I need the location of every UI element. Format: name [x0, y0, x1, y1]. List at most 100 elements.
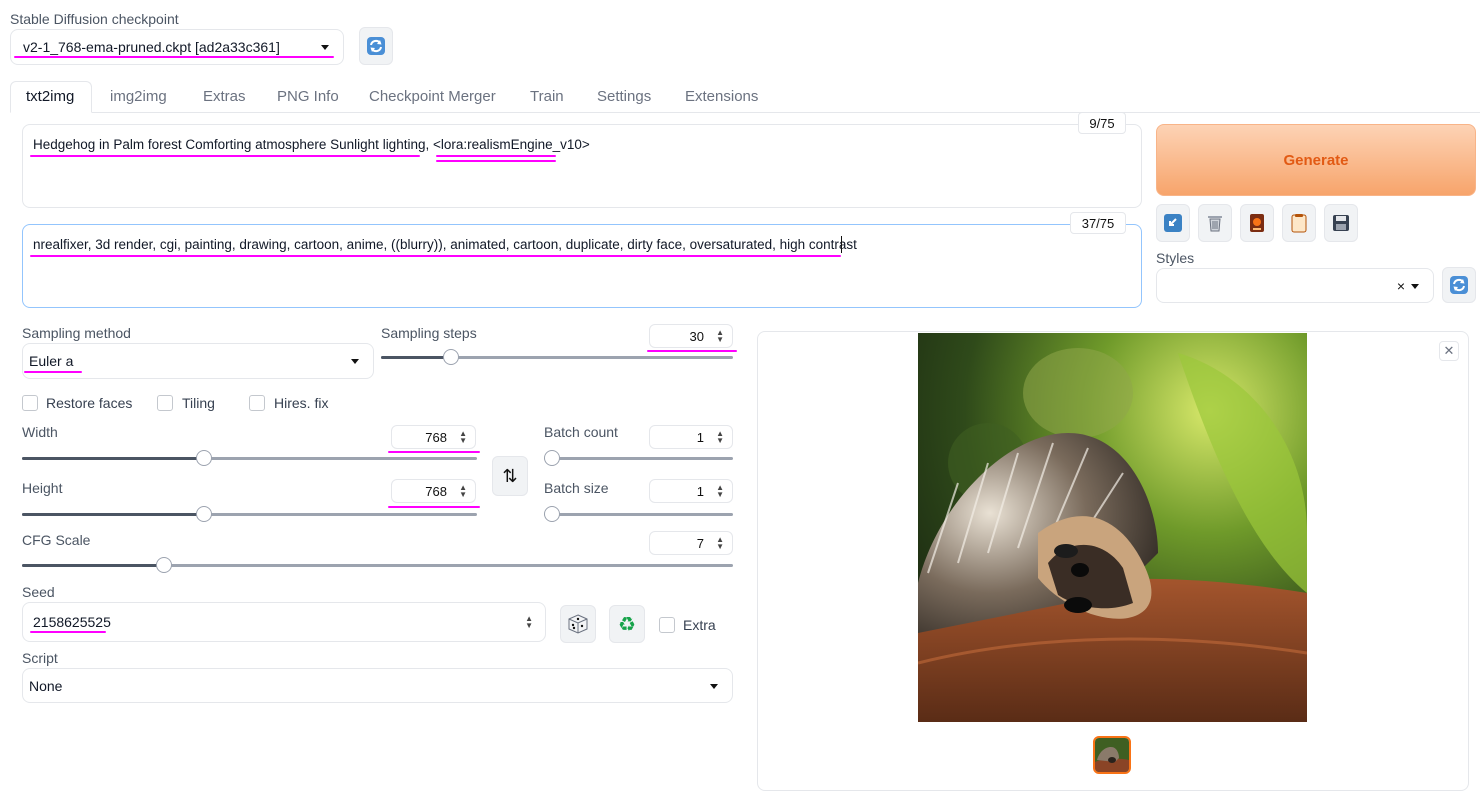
save-icon — [1333, 215, 1349, 231]
negative-prompt-text: nrealfixer, 3d render, cgi, painting, dr… — [33, 237, 857, 252]
height-input[interactable]: 768 ▲ ▼ — [391, 479, 476, 503]
tiling-checkbox[interactable] — [157, 395, 173, 411]
script-value: None — [29, 677, 63, 694]
script-label: Script — [22, 650, 58, 666]
paste-button[interactable] — [1156, 204, 1190, 242]
stepper-icon[interactable]: ▲ ▼ — [459, 484, 467, 499]
save-style-button[interactable] — [1324, 204, 1358, 242]
generate-label: Generate — [1283, 151, 1349, 169]
tiling-label: Tiling — [182, 395, 215, 411]
stepper-icon[interactable]: ▲ ▼ — [716, 484, 724, 499]
generate-button[interactable]: Generate — [1156, 124, 1476, 196]
tab-extras[interactable]: Extras — [203, 88, 246, 110]
width-label: Width — [22, 424, 58, 440]
stepper-icon[interactable]: ▲ ▼ — [716, 536, 724, 551]
batch-count-slider[interactable] — [544, 450, 733, 466]
chevron-down-icon — [710, 683, 718, 689]
close-icon[interactable]: × — [1397, 278, 1405, 294]
close-icon: ✕ — [1443, 343, 1455, 358]
height-slider[interactable] — [22, 506, 477, 522]
slider-handle[interactable] — [443, 349, 459, 365]
reuse-seed-button[interactable]: ♻ — [609, 605, 645, 643]
prompt-token-counter: 9/75 — [1078, 112, 1126, 134]
tab-txt2img[interactable]: txt2img — [26, 88, 74, 110]
swap-dimensions-button[interactable]: ⇅ — [492, 456, 528, 496]
seed-label: Seed — [22, 584, 55, 600]
paste-icon — [1164, 214, 1182, 232]
highlight-underline — [436, 155, 556, 157]
sampling-steps-label: Sampling steps — [381, 325, 477, 341]
sampling-steps-value: 30 — [689, 328, 704, 344]
batch-count-label: Batch count — [544, 424, 618, 440]
extra-seed-checkbox[interactable] — [659, 617, 675, 633]
random-seed-button[interactable] — [560, 605, 596, 643]
restore-faces-label: Restore faces — [46, 395, 133, 411]
thumbnail-image — [1095, 738, 1129, 772]
slider-handle[interactable] — [196, 506, 212, 522]
width-value: 768 — [425, 429, 447, 445]
width-input[interactable]: 768 ▲ ▼ — [391, 425, 476, 449]
batch-size-slider[interactable] — [544, 506, 733, 522]
tab-settings[interactable]: Settings — [597, 88, 651, 110]
trash-icon — [1208, 216, 1222, 232]
generated-image[interactable] — [918, 333, 1307, 722]
stepper-icon[interactable]: ▲ ▼ — [525, 615, 533, 630]
tab-img2img[interactable]: img2img — [110, 88, 167, 110]
gallery-close-button[interactable]: ✕ — [1439, 341, 1459, 361]
highlight-underline — [436, 160, 556, 162]
cfg-scale-slider[interactable] — [22, 557, 733, 573]
tabs-divider — [10, 112, 1480, 113]
highlight-underline — [30, 255, 841, 257]
batch-size-label: Batch size — [544, 480, 609, 496]
stepper-icon[interactable]: ▲ ▼ — [716, 329, 724, 344]
batch-size-input[interactable]: 1 ▲ ▼ — [649, 479, 733, 503]
tab-extensions[interactable]: Extensions — [685, 88, 758, 110]
slider-handle[interactable] — [196, 450, 212, 466]
highlight-underline — [388, 506, 480, 508]
styles-select[interactable]: × — [1156, 268, 1434, 303]
stepper-icon[interactable]: ▲ ▼ — [459, 430, 467, 445]
batch-count-value: 1 — [696, 429, 704, 445]
tab-checkpoint-merger[interactable]: Checkpoint Merger — [369, 88, 496, 110]
prompt-text: Hedgehog in Palm forest Comforting atmos… — [33, 137, 590, 152]
hires-fix-checkbox[interactable] — [249, 395, 265, 411]
batch-count-input[interactable]: 1 ▲ ▼ — [649, 425, 733, 449]
script-select[interactable]: None — [22, 668, 733, 703]
tab-png-info[interactable]: PNG Info — [277, 88, 339, 110]
slider-handle[interactable] — [544, 506, 560, 522]
styles-label: Styles — [1156, 250, 1195, 266]
hires-fix-label: Hires. fix — [274, 395, 329, 411]
width-slider[interactable] — [22, 450, 477, 466]
checkpoint-value: v2-1_768-ema-pruned.ckpt [ad2a33c361] — [23, 39, 280, 55]
seed-input[interactable]: 2158625525 ▲ ▼ — [22, 602, 546, 642]
checkpoint-select[interactable]: v2-1_768-ema-pruned.ckpt [ad2a33c361] — [10, 29, 344, 65]
cfg-scale-input[interactable]: 7 ▲ ▼ — [649, 531, 733, 555]
sampling-method-select[interactable]: Euler a — [22, 343, 374, 379]
clipboard-icon — [1291, 214, 1307, 233]
sampling-steps-slider[interactable] — [381, 349, 733, 365]
checkpoint-refresh-button[interactable] — [359, 27, 393, 65]
apply-styles-button[interactable] — [1282, 204, 1316, 242]
extra-networks-button[interactable] — [1240, 204, 1274, 242]
extra-seed-label: Extra — [683, 617, 716, 633]
height-value: 768 — [425, 483, 447, 499]
negative-prompt-token-counter: 37/75 — [1070, 212, 1126, 234]
chevron-down-icon — [1411, 283, 1419, 289]
tab-train[interactable]: Train — [530, 88, 564, 110]
slider-handle[interactable] — [544, 450, 560, 466]
slider-handle[interactable] — [156, 557, 172, 573]
dice-icon — [568, 614, 588, 634]
seed-value: 2158625525 — [33, 614, 111, 630]
highlight-underline — [388, 451, 480, 453]
highlight-underline — [24, 371, 82, 373]
stepper-icon[interactable]: ▲ ▼ — [716, 430, 724, 445]
refresh-icon — [1450, 276, 1468, 294]
chevron-down-icon — [321, 45, 329, 50]
gallery-thumbnail[interactable] — [1093, 736, 1131, 774]
sampling-steps-input[interactable]: 30 ▲ ▼ — [649, 324, 733, 348]
restore-faces-checkbox[interactable] — [22, 395, 38, 411]
clear-prompt-button[interactable] — [1198, 204, 1232, 242]
styles-refresh-button[interactable] — [1442, 267, 1476, 303]
recycle-icon: ♻ — [618, 613, 636, 636]
sampling-method-label: Sampling method — [22, 325, 131, 341]
